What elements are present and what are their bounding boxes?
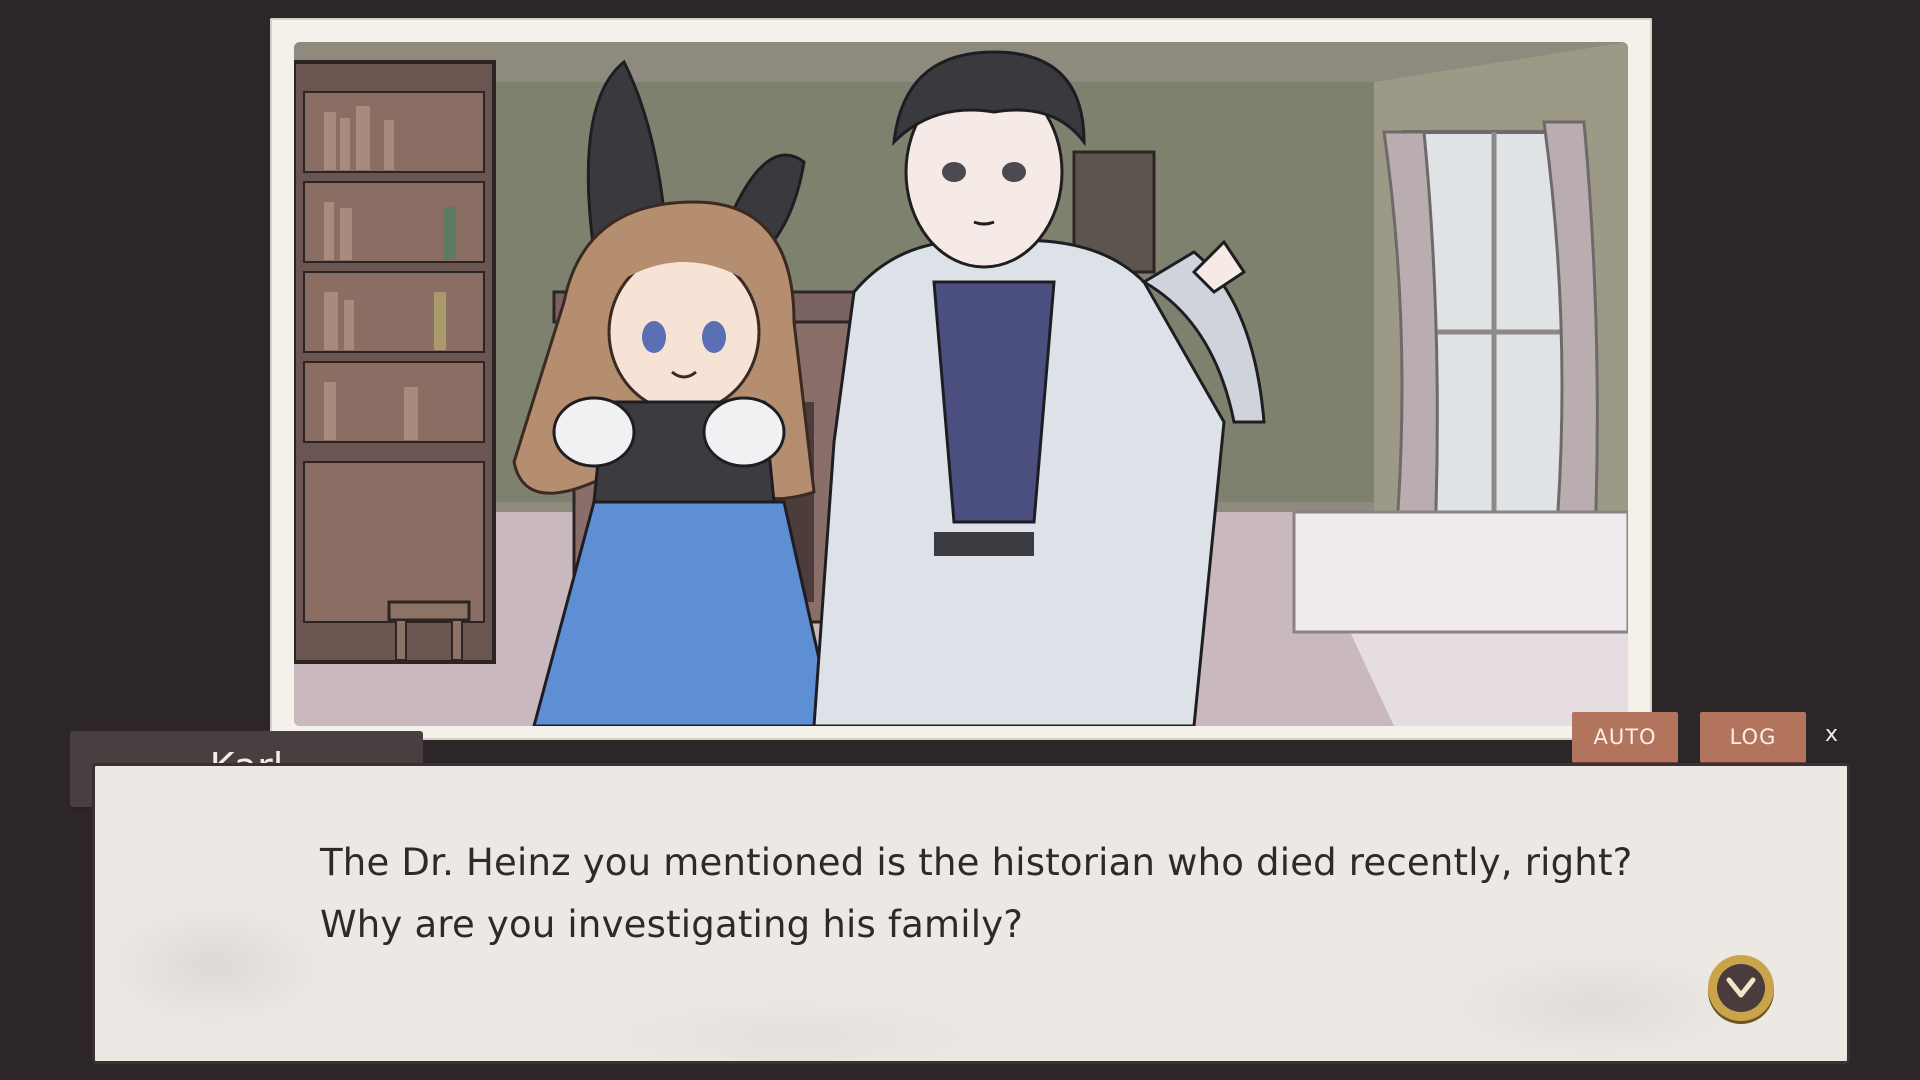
auto-button[interactable]: AUTO [1572, 712, 1678, 762]
scene-illustration [294, 42, 1628, 726]
scene-frame [270, 18, 1652, 740]
dialogue-box[interactable]: The Dr. Heinz you mentioned is the histo… [92, 763, 1850, 1064]
log-button[interactable]: LOG [1700, 712, 1806, 762]
dialogue-line-2: Why are you investigating his family? [320, 903, 1024, 946]
dialogue-line-1: The Dr. Heinz you mentioned is the histo… [320, 841, 1633, 884]
close-button[interactable]: x [1825, 722, 1838, 747]
advance-button[interactable] [1708, 955, 1774, 1021]
chevron-down-icon [1717, 964, 1765, 1012]
